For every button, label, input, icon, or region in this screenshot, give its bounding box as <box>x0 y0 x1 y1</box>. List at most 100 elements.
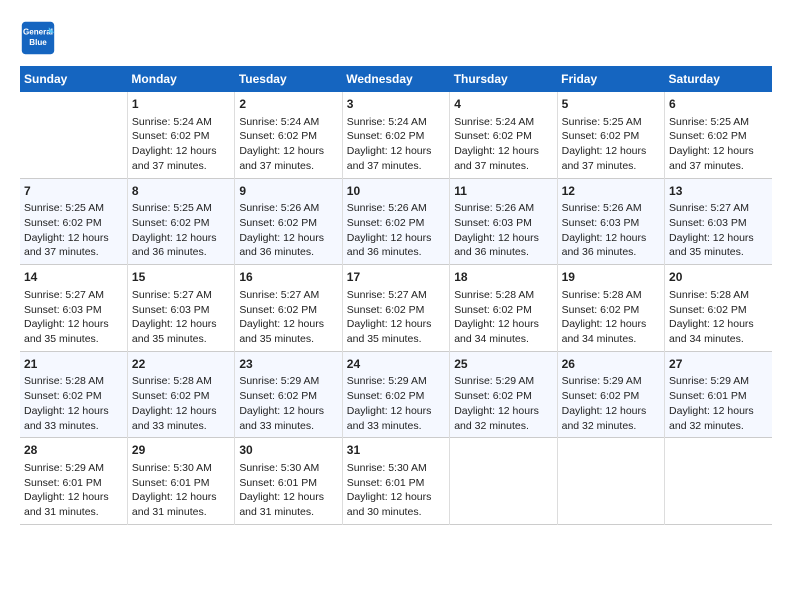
sunset-text: Sunset: 6:02 PM <box>347 129 445 144</box>
day-number: 17 <box>347 269 445 286</box>
daylight-text: Daylight: 12 hours and 35 minutes. <box>669 231 768 260</box>
sunset-text: Sunset: 6:01 PM <box>239 476 337 491</box>
day-number: 26 <box>562 356 660 373</box>
sunrise-text: Sunrise: 5:24 AM <box>347 115 445 130</box>
sunset-text: Sunset: 6:02 PM <box>454 129 552 144</box>
calendar-table: SundayMondayTuesdayWednesdayThursdayFrid… <box>20 66 772 525</box>
week-row-5: 28Sunrise: 5:29 AMSunset: 6:01 PMDayligh… <box>20 438 772 525</box>
cell-5-3: 30 Sunrise: 5:30 AMSunset: 6:01 PMDayligh… <box>235 438 342 525</box>
sunrise-text: Sunrise: 5:28 AM <box>454 288 552 303</box>
daylight-text: Daylight: 12 hours and 33 minutes. <box>132 404 230 433</box>
cell-1-3: 2Sunrise: 5:24 AMSunset: 6:02 PMDaylight… <box>235 92 342 178</box>
daylight-text: Daylight: 12 hours and 32 minutes. <box>562 404 660 433</box>
sunrise-text: Sunrise: 5:30 AM <box>132 461 230 476</box>
daylight-text: Daylight: 12 hours and 35 minutes. <box>132 317 230 346</box>
sunset-text: Sunset: 6:01 PM <box>24 476 123 491</box>
daylight-text: Daylight: 12 hours and 37 minutes. <box>132 144 230 173</box>
daylight-text: Daylight: 12 hours and 31 minutes. <box>24 490 123 519</box>
daylight-text: Daylight: 12 hours and 37 minutes. <box>239 144 337 173</box>
day-number: 20 <box>669 269 768 286</box>
daylight-text: Daylight: 12 hours and 33 minutes. <box>239 404 337 433</box>
sunrise-text: Sunrise: 5:30 AM <box>239 461 337 476</box>
sunset-text: Sunset: 6:02 PM <box>562 129 660 144</box>
daylight-text: Daylight: 12 hours and 37 minutes. <box>347 144 445 173</box>
col-header-monday: Monday <box>127 66 234 92</box>
week-row-4: 21Sunrise: 5:28 AMSunset: 6:02 PMDayligh… <box>20 351 772 438</box>
week-row-1: 1Sunrise: 5:24 AMSunset: 6:02 PMDaylight… <box>20 92 772 178</box>
day-number: 28 <box>24 442 123 459</box>
day-number: 2 <box>239 96 337 113</box>
daylight-text: Daylight: 12 hours and 32 minutes. <box>454 404 552 433</box>
cell-2-4: 10Sunrise: 5:26 AMSunset: 6:02 PMDayligh… <box>342 178 449 265</box>
sunrise-text: Sunrise: 5:25 AM <box>669 115 768 130</box>
daylight-text: Daylight: 12 hours and 35 minutes. <box>24 317 123 346</box>
cell-3-1: 14Sunrise: 5:27 AMSunset: 6:03 PMDayligh… <box>20 265 127 352</box>
svg-text:General: General <box>23 27 53 36</box>
sunset-text: Sunset: 6:02 PM <box>24 216 123 231</box>
sunrise-text: Sunrise: 5:29 AM <box>347 374 445 389</box>
col-header-tuesday: Tuesday <box>235 66 342 92</box>
sunset-text: Sunset: 6:02 PM <box>562 389 660 404</box>
sunrise-text: Sunrise: 5:24 AM <box>454 115 552 130</box>
day-number: 21 <box>24 356 123 373</box>
daylight-text: Daylight: 12 hours and 36 minutes. <box>454 231 552 260</box>
sunset-text: Sunset: 6:01 PM <box>132 476 230 491</box>
cell-3-4: 17Sunrise: 5:27 AMSunset: 6:02 PMDayligh… <box>342 265 449 352</box>
daylight-text: Daylight: 12 hours and 34 minutes. <box>562 317 660 346</box>
daylight-text: Daylight: 12 hours and 35 minutes. <box>239 317 337 346</box>
cell-2-3: 9Sunrise: 5:26 AMSunset: 6:02 PMDaylight… <box>235 178 342 265</box>
day-number: 16 <box>239 269 337 286</box>
day-number: 29 <box>132 442 230 459</box>
sunrise-text: Sunrise: 5:27 AM <box>669 201 768 216</box>
sunset-text: Sunset: 6:01 PM <box>347 476 445 491</box>
day-number: 25 <box>454 356 552 373</box>
day-number: 6 <box>669 96 768 113</box>
week-row-3: 14Sunrise: 5:27 AMSunset: 6:03 PMDayligh… <box>20 265 772 352</box>
sunset-text: Sunset: 6:02 PM <box>132 216 230 231</box>
cell-4-7: 27Sunrise: 5:29 AMSunset: 6:01 PMDayligh… <box>665 351 772 438</box>
day-number: 24 <box>347 356 445 373</box>
sunset-text: Sunset: 6:03 PM <box>669 216 768 231</box>
sunset-text: Sunset: 6:02 PM <box>239 389 337 404</box>
cell-5-4: 31Sunrise: 5:30 AMSunset: 6:01 PMDayligh… <box>342 438 449 525</box>
sunrise-text: Sunrise: 5:26 AM <box>454 201 552 216</box>
sunset-text: Sunset: 6:02 PM <box>454 389 552 404</box>
logo: General Blue <box>20 20 56 56</box>
svg-text:Blue: Blue <box>29 38 47 47</box>
cell-5-6 <box>557 438 664 525</box>
sunrise-text: Sunrise: 5:29 AM <box>669 374 768 389</box>
day-number: 4 <box>454 96 552 113</box>
col-header-sunday: Sunday <box>20 66 127 92</box>
cell-3-6: 19Sunrise: 5:28 AMSunset: 6:02 PMDayligh… <box>557 265 664 352</box>
sunset-text: Sunset: 6:03 PM <box>454 216 552 231</box>
sunrise-text: Sunrise: 5:26 AM <box>347 201 445 216</box>
daylight-text: Daylight: 12 hours and 37 minutes. <box>562 144 660 173</box>
sunset-text: Sunset: 6:02 PM <box>347 216 445 231</box>
day-number: 8 <box>132 183 230 200</box>
daylight-text: Daylight: 12 hours and 31 minutes. <box>239 490 337 519</box>
sunrise-text: Sunrise: 5:29 AM <box>24 461 123 476</box>
daylight-text: Daylight: 12 hours and 36 minutes. <box>347 231 445 260</box>
cell-4-6: 26Sunrise: 5:29 AMSunset: 6:02 PMDayligh… <box>557 351 664 438</box>
logo-icon: General Blue <box>20 20 56 56</box>
day-number: 27 <box>669 356 768 373</box>
day-number: 15 <box>132 269 230 286</box>
daylight-text: Daylight: 12 hours and 34 minutes. <box>669 317 768 346</box>
cell-5-7 <box>665 438 772 525</box>
cell-4-3: 23Sunrise: 5:29 AMSunset: 6:02 PMDayligh… <box>235 351 342 438</box>
day-number: 7 <box>24 183 123 200</box>
daylight-text: Daylight: 12 hours and 31 minutes. <box>132 490 230 519</box>
col-header-saturday: Saturday <box>665 66 772 92</box>
day-number: 30 <box>239 442 337 459</box>
sunset-text: Sunset: 6:02 PM <box>132 129 230 144</box>
sunset-text: Sunset: 6:02 PM <box>669 303 768 318</box>
sunrise-text: Sunrise: 5:27 AM <box>132 288 230 303</box>
cell-3-7: 20Sunrise: 5:28 AMSunset: 6:02 PMDayligh… <box>665 265 772 352</box>
cell-2-5: 11Sunrise: 5:26 AMSunset: 6:03 PMDayligh… <box>450 178 557 265</box>
sunrise-text: Sunrise: 5:29 AM <box>239 374 337 389</box>
cell-2-7: 13Sunrise: 5:27 AMSunset: 6:03 PMDayligh… <box>665 178 772 265</box>
sunrise-text: Sunrise: 5:28 AM <box>132 374 230 389</box>
sunrise-text: Sunrise: 5:26 AM <box>239 201 337 216</box>
sunset-text: Sunset: 6:03 PM <box>132 303 230 318</box>
sunset-text: Sunset: 6:02 PM <box>132 389 230 404</box>
